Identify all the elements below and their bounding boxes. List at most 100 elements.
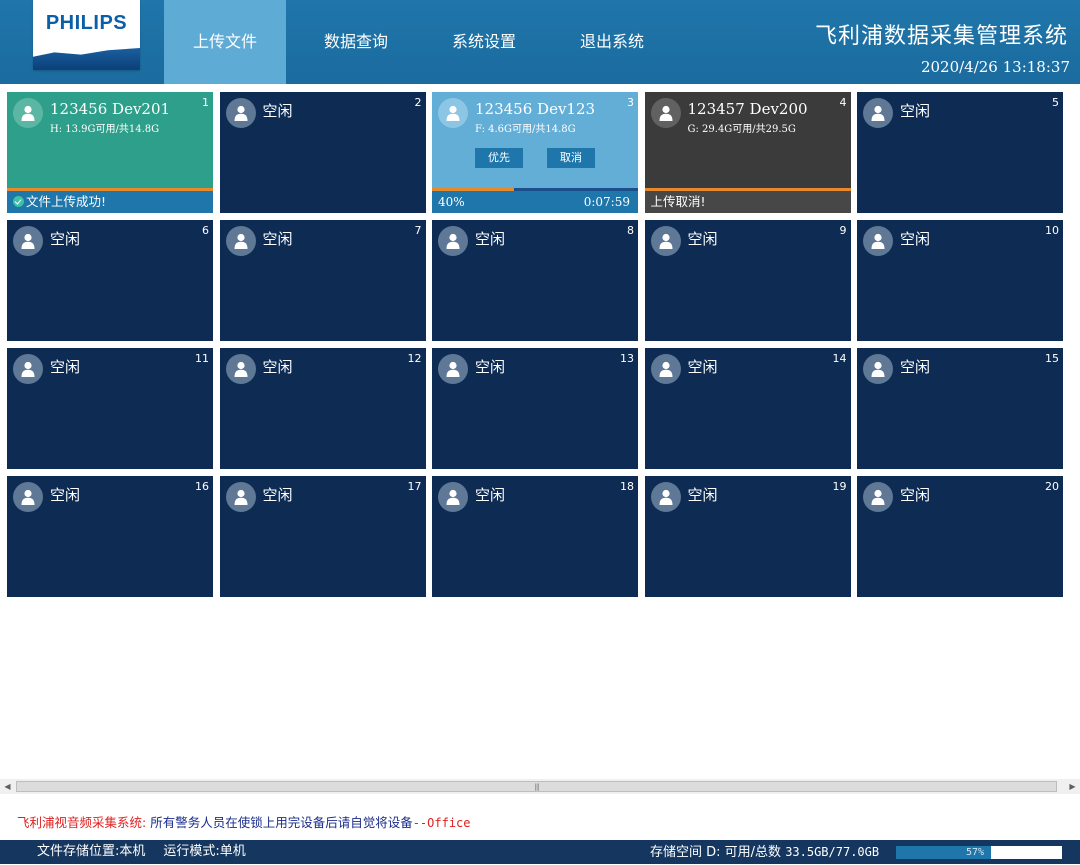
- owner-id: 123456: [475, 100, 533, 118]
- storage-usage-bar: 57%: [896, 846, 1062, 859]
- arrow-right-icon[interactable]: ▶: [1065, 779, 1080, 794]
- device-id: Dev200: [749, 100, 808, 118]
- slot-idle-label: 空闲: [687, 358, 718, 376]
- horizontal-scrollbar[interactable]: ◀ ||| ▶: [0, 779, 1080, 794]
- user-icon: [225, 482, 256, 512]
- device-slot-11[interactable]: 11 空闲: [7, 348, 213, 469]
- user-icon: [863, 226, 893, 256]
- notice-prefix: 飞利浦视音频采集系统:: [17, 815, 147, 830]
- scrollbar-thumb[interactable]: |||: [16, 781, 1057, 792]
- device-slot-6[interactable]: 6 空闲: [7, 220, 213, 341]
- user-icon: [438, 482, 468, 512]
- slot-number: 16: [195, 480, 209, 493]
- current-datetime: 2020/4/26 13:18:37: [920, 58, 1070, 76]
- slot-idle-label: 空闲: [900, 230, 931, 248]
- device-name: 123456 Dev201: [50, 100, 170, 118]
- slot-idle-label: 空闲: [262, 486, 293, 504]
- user-icon: [863, 98, 893, 128]
- slot-idle-label: 空闲: [262, 230, 293, 248]
- slot-status-bar: 文件上传成功!: [7, 191, 213, 213]
- device-slot-grid: 1 123456 Dev201 H: 13.9G可用/共14.8G 文件上传成功…: [7, 92, 1063, 597]
- slot-number: 7: [414, 224, 422, 237]
- device-name: 123457 Dev200: [688, 100, 808, 118]
- device-slot-18[interactable]: 18 空闲: [432, 476, 638, 597]
- logo-wave: [33, 48, 140, 70]
- nav-system-settings[interactable]: 系统设置: [426, 0, 542, 84]
- slot-number: 5: [1052, 96, 1059, 109]
- device-space: G: 29.4G可用/共29.5G: [687, 124, 796, 135]
- user-icon: [13, 98, 43, 128]
- user-icon: [863, 482, 893, 512]
- slot-idle-label: 空闲: [50, 230, 81, 248]
- device-id: Dev123: [537, 100, 596, 118]
- slot-idle-label: 空闲: [262, 102, 293, 120]
- slot-number: 18: [620, 480, 634, 493]
- slot-status-bar: 上传取消!: [644, 191, 851, 213]
- device-slot-10[interactable]: 10 空闲: [857, 220, 1063, 341]
- notice-message: 所有警务人员在使锁上用完设备后请自觉将设备: [146, 815, 413, 830]
- device-id: Dev201: [112, 100, 171, 118]
- system-title: 飞利浦数据采集管理系统: [814, 24, 1068, 49]
- philips-logo: PHILIPS: [33, 0, 140, 70]
- nav-exit-system[interactable]: 退出系统: [542, 0, 682, 84]
- device-slot-13[interactable]: 13 空闲: [432, 348, 638, 469]
- priority-button[interactable]: 优先: [475, 148, 523, 168]
- slot-number: 9: [839, 224, 847, 237]
- user-icon: [650, 482, 681, 512]
- device-slot-5[interactable]: 5 空闲: [857, 92, 1063, 213]
- app-header: PHILIPS 上传文件 数据查询 系统设置 退出系统 飞利浦数据采集管理系统 …: [0, 0, 1080, 84]
- slot-number: 11: [195, 352, 209, 365]
- user-icon: [13, 354, 43, 384]
- run-mode: 运行模式:单机: [163, 844, 246, 859]
- device-slot-4[interactable]: 4 123457 Dev200 G: 29.4G可用/共29.5G 上传取消!: [644, 92, 851, 213]
- user-icon: [438, 226, 468, 256]
- slot-number: 10: [1045, 224, 1059, 237]
- device-slot-12[interactable]: 12 空闲: [219, 348, 426, 469]
- device-space: F: 4.6G可用/共14.8G: [475, 124, 576, 135]
- status-footer: 文件存储位置:本机 运行模式:单机 存储空间 D: 可用/总数 33.5GB/77…: [0, 840, 1080, 864]
- device-slot-1[interactable]: 1 123456 Dev201 H: 13.9G可用/共14.8G 文件上传成功…: [7, 92, 213, 213]
- user-icon: [225, 226, 256, 256]
- grip-icon: |||: [534, 783, 539, 791]
- device-slot-20[interactable]: 20 空闲: [857, 476, 1063, 597]
- main-nav: 上传文件 数据查询 系统设置 退出系统: [164, 0, 682, 84]
- user-icon: [225, 354, 256, 384]
- user-icon: [438, 98, 468, 128]
- device-slot-16[interactable]: 16 空闲: [7, 476, 213, 597]
- device-slot-14[interactable]: 14 空闲: [644, 348, 851, 469]
- user-icon: [438, 354, 468, 384]
- user-icon: [13, 226, 43, 256]
- upload-status-text: 文件上传成功!: [26, 194, 107, 209]
- device-slot-15[interactable]: 15 空闲: [857, 348, 1063, 469]
- slot-number: 15: [1045, 352, 1059, 365]
- owner-id: 123456: [50, 100, 108, 118]
- slot-idle-label: 空闲: [475, 230, 506, 248]
- device-slot-7[interactable]: 7 空闲: [219, 220, 426, 341]
- slot-number: 12: [407, 352, 422, 365]
- device-slot-3[interactable]: 3 123456 Dev123 F: 4.6G可用/共14.8G 优先 取消 4…: [432, 92, 638, 213]
- slot-idle-label: 空闲: [687, 486, 718, 504]
- slot-number: 17: [407, 480, 422, 493]
- slot-idle-label: 空闲: [50, 358, 81, 376]
- device-slot-9[interactable]: 9 空闲: [644, 220, 851, 341]
- slot-number: 6: [202, 224, 209, 237]
- device-slot-19[interactable]: 19 空闲: [644, 476, 851, 597]
- storage-value: 33.5GB/77.0GB: [785, 845, 880, 859]
- upload-time-remaining: 0:07:59: [583, 195, 630, 209]
- user-icon: [650, 226, 681, 256]
- slot-number: 1: [202, 96, 209, 109]
- notice-marquee: 飞利浦视音频采集系统: 所有警务人员在使锁上用完设备后请自觉将设备--Offic…: [17, 812, 471, 831]
- device-slot-17[interactable]: 17 空闲: [219, 476, 426, 597]
- storage-label: 存储空间 D: 可用/总数: [650, 845, 782, 860]
- nav-upload-files[interactable]: 上传文件: [164, 0, 286, 84]
- arrow-left-icon[interactable]: ◀: [0, 779, 15, 794]
- storage-location: 文件存储位置:本机: [37, 844, 146, 859]
- device-slot-2[interactable]: 2 空闲: [219, 92, 426, 213]
- device-slot-8[interactable]: 8 空闲: [432, 220, 638, 341]
- slot-idle-label: 空闲: [262, 358, 293, 376]
- owner-id: 123457: [687, 100, 745, 118]
- nav-data-query[interactable]: 数据查询: [286, 0, 426, 84]
- user-icon: [650, 98, 681, 128]
- cancel-upload-button[interactable]: 取消: [547, 148, 595, 168]
- device-space: H: 13.9G可用/共14.8G: [50, 124, 160, 135]
